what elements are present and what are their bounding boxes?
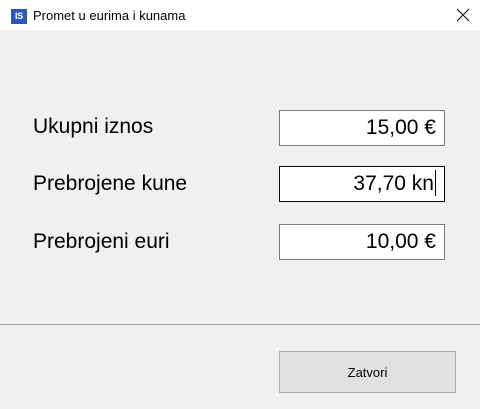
footer-divider	[0, 324, 480, 325]
counted-euro-label: Prebrojeni euri	[33, 230, 170, 253]
counted-euro-field[interactable]: 10,00 €	[279, 224, 445, 260]
window-title: Promet u eurima i kunama	[33, 8, 186, 23]
close-button[interactable]: Zatvori	[279, 351, 456, 393]
close-icon	[456, 8, 470, 22]
counted-kuna-label: Prebrojene kune	[33, 172, 188, 195]
dialog-window: IS Promet u eurima i kunama Ukupni iznos…	[0, 0, 480, 409]
total-amount-value: 15,00 €	[365, 116, 436, 139]
title-bar: IS Promet u eurima i kunama	[0, 0, 480, 30]
counted-euro-value: 10,00 €	[365, 230, 436, 253]
counted-kuna-field[interactable]: 37,70 kn	[279, 166, 445, 202]
window-close-button[interactable]	[446, 0, 480, 30]
text-caret	[435, 170, 436, 197]
app-icon: IS	[11, 9, 27, 24]
counted-kuna-value: 37,70 kn	[353, 172, 434, 195]
total-amount-field[interactable]: 15,00 €	[279, 110, 445, 146]
total-amount-label: Ukupni iznos	[33, 115, 154, 138]
